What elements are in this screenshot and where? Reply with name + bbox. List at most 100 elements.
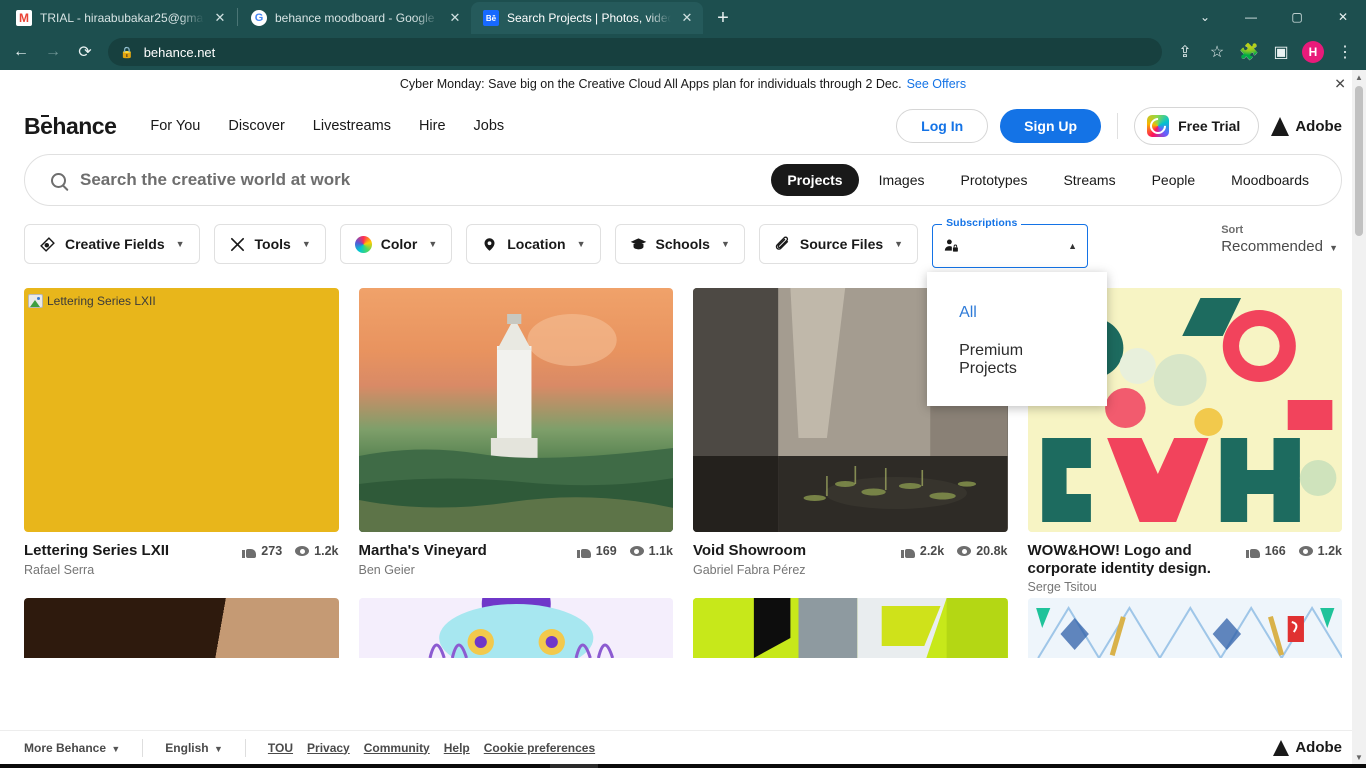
paperclip-icon [774, 236, 791, 253]
edge-icon[interactable] [694, 764, 742, 768]
chrome-icon[interactable] [550, 764, 598, 768]
filter-source-files[interactable]: Source Files ▼ [758, 224, 919, 264]
scrollbar-thumb[interactable] [1355, 86, 1363, 236]
nav-item-for-you[interactable]: For You [150, 118, 200, 134]
project-owner[interactable]: Serge Tsitou [1028, 580, 1238, 594]
avatar[interactable]: H [1298, 38, 1328, 66]
footer-link-community[interactable]: Community [364, 741, 430, 755]
project-owner[interactable]: Gabriel Fabra Pérez [693, 563, 893, 577]
tab-moodboards[interactable]: Moodboards [1215, 164, 1325, 196]
subscriptions-select[interactable]: Subscriptions ▲ [932, 217, 1089, 268]
close-icon[interactable]: ✕ [679, 10, 695, 26]
filter-color[interactable]: Color ▼ [339, 224, 453, 264]
nav-item-discover[interactable]: Discover [228, 118, 284, 134]
likes-stat: 2.2k [900, 544, 944, 558]
chevron-down-icon[interactable]: ⌄ [1182, 0, 1228, 34]
project-card[interactable]: Lettering Series LXII Lettering Series L… [24, 288, 339, 594]
filter-tools[interactable]: Tools ▼ [213, 224, 326, 264]
tab-people[interactable]: People [1136, 164, 1212, 196]
google-favicon-icon: G [251, 10, 267, 26]
log-in-button[interactable]: Log In [896, 109, 989, 143]
nav-item-livestreams[interactable]: Livestreams [313, 118, 391, 134]
project-card[interactable]: Martha's Vineyard Ben Geier 169 1.1k [358, 288, 673, 594]
start-button[interactable] [0, 764, 48, 768]
tab-images[interactable]: Images [863, 164, 941, 196]
browser-tab-google-search[interactable]: G behance moodboard - Google Se ✕ [239, 2, 471, 34]
task-view-icon[interactable] [406, 764, 454, 768]
browser-tab-gmail[interactable]: M TRIAL - hiraabubakar25@gmail.c ✕ [4, 2, 236, 34]
file-explorer-icon[interactable] [502, 764, 550, 768]
scroll-down-icon[interactable]: ▼ [1352, 750, 1366, 764]
project-thumbnail[interactable] [1027, 598, 1342, 659]
filter-schools[interactable]: Schools ▼ [614, 224, 745, 264]
project-owner[interactable]: Rafael Serra [24, 563, 234, 577]
free-trial-button[interactable]: Free Trial [1134, 107, 1260, 145]
footer-link-privacy[interactable]: Privacy [307, 741, 350, 755]
project-title[interactable]: Lettering Series LXII [24, 542, 234, 560]
project-title[interactable]: Martha's Vineyard [359, 542, 569, 560]
extensions-puzzle-icon[interactable]: 🧩 [1234, 38, 1264, 66]
chevron-down-icon: ▼ [213, 743, 223, 754]
word-icon[interactable]: W [646, 764, 694, 768]
behance-logo[interactable]: Behance [24, 113, 117, 140]
sign-up-button[interactable]: Sign Up [1000, 109, 1102, 143]
footer-link-cookie-preferences[interactable]: Cookie preferences [484, 741, 595, 755]
browser-menu-icon[interactable]: ⋮ [1330, 38, 1360, 66]
close-icon[interactable]: ✕ [212, 10, 228, 26]
nav-item-jobs[interactable]: Jobs [474, 118, 505, 134]
subscriptions-option-premium-projects[interactable]: Premium Projects [927, 332, 1107, 388]
tab-prototypes[interactable]: Prototypes [945, 164, 1044, 196]
sidepanel-icon[interactable]: ▣ [1266, 38, 1296, 66]
eye-icon [1298, 546, 1313, 556]
maximize-button[interactable]: ▢ [1274, 0, 1320, 34]
bookmark-star-icon[interactable]: ☆ [1202, 38, 1232, 66]
show-hidden-icons-chevron[interactable]: ︿ [1129, 764, 1155, 768]
cortana-icon[interactable] [358, 764, 406, 768]
close-icon[interactable]: ✕ [1334, 76, 1346, 93]
project-thumbnail[interactable]: Lettering Series LXII [24, 288, 339, 532]
gmail-favicon-icon: M [16, 10, 32, 26]
reload-icon[interactable]: ⟳ [70, 38, 100, 66]
notification-center-icon[interactable] [1336, 764, 1362, 768]
browser-tab-behance[interactable]: Bē Search Projects | Photos, videos, ✕ [471, 2, 703, 34]
back-icon[interactable]: ← [6, 38, 36, 66]
wifi-icon[interactable] [1207, 764, 1233, 768]
sort-value[interactable]: Recommended ▼ [1221, 238, 1338, 255]
volume-icon[interactable] [1233, 764, 1259, 768]
share-icon[interactable]: ⇪ [1170, 38, 1200, 66]
views-stat: 1.2k [295, 544, 339, 558]
adobe-logo[interactable]: Adobe [1271, 116, 1342, 136]
close-icon[interactable]: ✕ [447, 10, 463, 26]
more-behance-dropdown[interactable]: More Behance ▼ [24, 741, 120, 755]
new-tab-button[interactable]: + [709, 4, 737, 32]
nav-item-hire[interactable]: Hire [419, 118, 446, 134]
tab-projects[interactable]: Projects [771, 164, 859, 196]
footer-link-help[interactable]: Help [444, 741, 470, 755]
battery-icon[interactable] [1181, 764, 1207, 768]
footer-link-tou[interactable]: TOU [268, 741, 293, 755]
address-bar[interactable]: 🔒 behance.net [108, 38, 1162, 66]
search-input[interactable]: Search the creative world at work [25, 170, 771, 190]
see-offers-link[interactable]: See Offers [907, 77, 967, 91]
page-scrollbar[interactable]: ▲ ▼ [1352, 70, 1366, 764]
close-window-button[interactable]: ✕ [1320, 0, 1366, 34]
scroll-up-icon[interactable]: ▲ [1352, 70, 1366, 84]
camera-icon[interactable] [1155, 764, 1181, 768]
adobe-logo[interactable]: Adobe [1273, 739, 1342, 756]
filter-location[interactable]: Location ▼ [466, 224, 601, 264]
project-owner[interactable]: Ben Geier [359, 563, 569, 577]
project-thumbnail[interactable] [358, 288, 673, 532]
project-thumbnail[interactable] [693, 598, 1008, 659]
language-dropdown[interactable]: English ▼ [165, 741, 223, 755]
tab-streams[interactable]: Streams [1047, 164, 1131, 196]
project-title[interactable]: WOW&HOW! Logo and corporate identity des… [1028, 542, 1238, 577]
forward-icon[interactable]: → [38, 38, 68, 66]
project-thumbnail[interactable] [358, 598, 673, 659]
subscriptions-option-all[interactable]: All [927, 294, 1107, 332]
filter-creative-fields[interactable]: Creative Fields ▼ [24, 224, 200, 264]
project-thumbnail[interactable] [24, 598, 339, 659]
whatsapp-icon[interactable] [598, 764, 646, 768]
microsoft-store-icon[interactable] [454, 764, 502, 768]
minimize-button[interactable]: — [1228, 0, 1274, 34]
project-title[interactable]: Void Showroom [693, 542, 893, 560]
